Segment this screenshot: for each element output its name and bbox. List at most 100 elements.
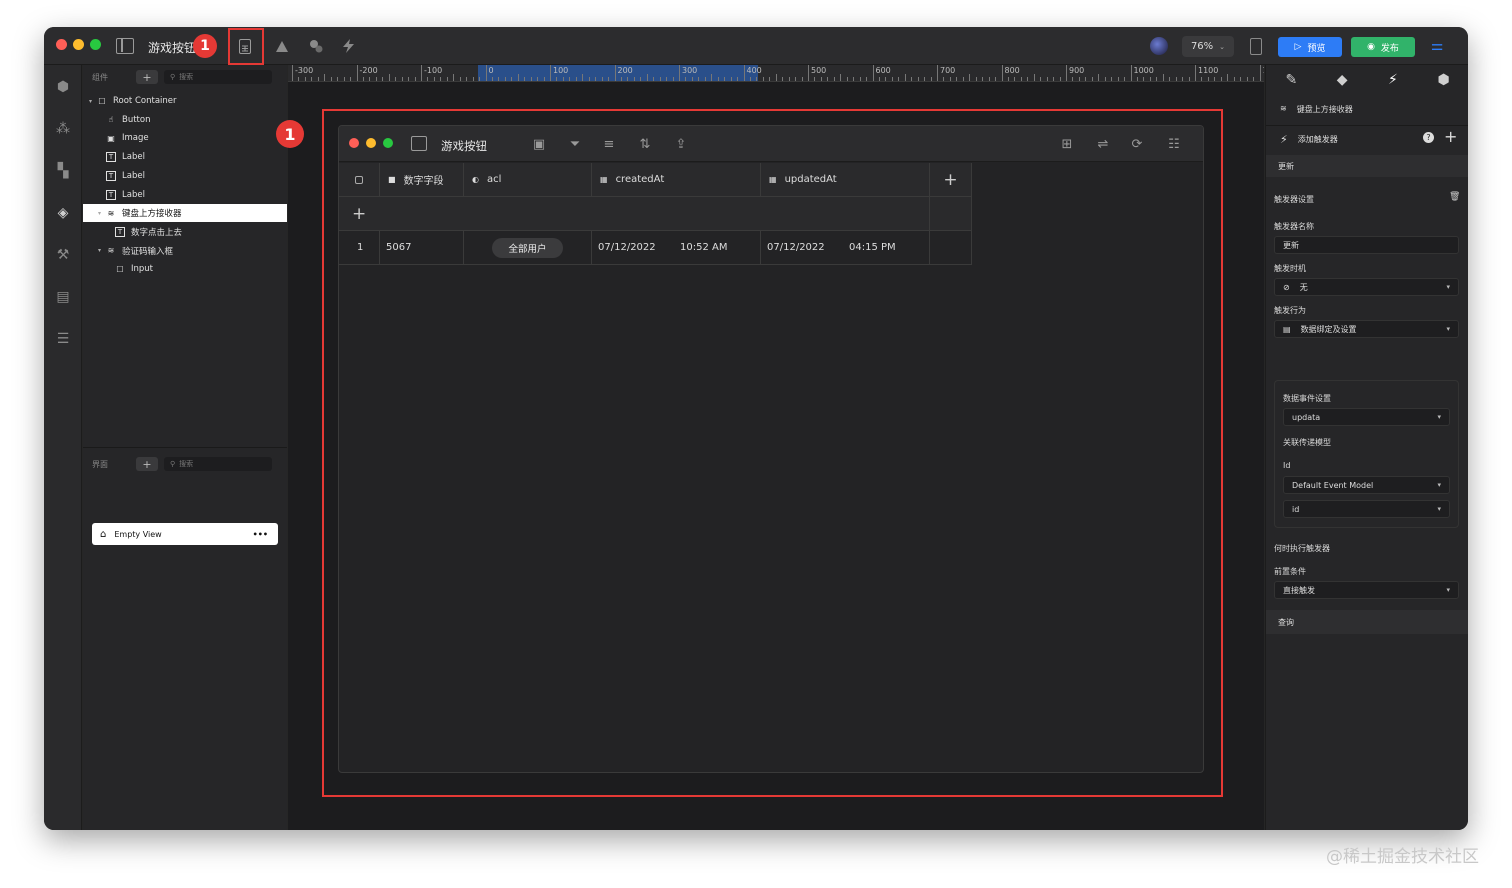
tree-item[interactable]: ☐ Input xyxy=(83,260,287,278)
inner-app-window[interactable]: 游戏按钮 ▣ ⏷ ≡ ⇅ ⇪ ⊞ ⇌ ⟳ ☷ ■ 数字字段 ◐ acl ▦ creat… xyxy=(338,125,1204,773)
ruler-minor-tick xyxy=(543,77,545,81)
tree-item[interactable]: T 数字点击上去 xyxy=(83,223,287,241)
sidebar-toggle-icon[interactable] xyxy=(116,38,134,54)
excel-icon[interactable]: ▣ xyxy=(531,136,547,152)
minimize-window-button[interactable] xyxy=(73,39,84,50)
hammer-icon[interactable]: ⚒ xyxy=(53,245,73,265)
eye-icon: ◉ xyxy=(1367,42,1375,52)
inner-close-button[interactable] xyxy=(349,138,359,148)
more-icon[interactable]: ••• xyxy=(253,530,268,539)
tree-item[interactable]: ▾ ≋ 验证码输入框 xyxy=(83,242,287,260)
trigger-name-field[interactable]: 更新 xyxy=(1274,236,1459,254)
close-window-button[interactable] xyxy=(56,39,67,50)
tab-style[interactable]: ✎ xyxy=(1266,65,1317,95)
ruler-minor-tick xyxy=(498,77,500,81)
layout-icon[interactable]: ▚ xyxy=(53,161,73,181)
component-search-input[interactable]: ⚲ 搜索 xyxy=(164,70,272,84)
help-icon[interactable]: ? xyxy=(1423,132,1434,143)
model-select[interactable]: Default Event Model ▾ xyxy=(1283,476,1450,494)
ruler-label: -200 xyxy=(359,66,378,75)
caret-icon[interactable]: ▾ xyxy=(89,98,97,105)
cell-number[interactable]: 5067 xyxy=(380,231,464,265)
toggle-fields-icon[interactable]: ⇌ xyxy=(1095,136,1111,152)
cube-icon[interactable]: ⬢ xyxy=(53,77,73,97)
annotation-badge-canvas: 1 xyxy=(276,120,304,148)
tree-item[interactable]: ▣ Image xyxy=(83,129,287,147)
export-icon[interactable]: ⇪ xyxy=(673,136,689,152)
cell-acl[interactable]: 全部用户 xyxy=(464,231,592,265)
caret-icon[interactable]: ▾ xyxy=(98,210,106,217)
ruler-minor-tick xyxy=(1033,74,1035,81)
trigger-action-label: 触发行为 xyxy=(1274,306,1306,315)
ruler-minor-tick xyxy=(369,77,371,81)
tree-item[interactable]: T Label xyxy=(83,186,287,204)
add-column-button[interactable]: + xyxy=(930,163,972,197)
tab-triggers[interactable]: ⚡ xyxy=(1368,65,1419,95)
add-component-button[interactable]: + xyxy=(136,70,158,84)
list-icon[interactable]: ☰ xyxy=(53,329,73,349)
zoom-window-button[interactable] xyxy=(90,39,101,50)
column-header-updatedAt[interactable]: ▦ updatedAt xyxy=(761,163,930,197)
ruler-label: 1100 xyxy=(1198,66,1219,75)
lightning-tool-icon[interactable] xyxy=(340,38,358,54)
ruler-minor-tick xyxy=(427,77,429,81)
pages-icon[interactable]: ▤ xyxy=(53,287,73,307)
view-search-input[interactable]: ⚲ 搜索 xyxy=(164,457,272,471)
preview-button[interactable]: ▷ 预览 xyxy=(1278,37,1342,57)
triangle-tool-icon[interactable] xyxy=(274,38,290,54)
design-canvas[interactable]: -300 -200 -100 0 100 200 300 400 500 600 700 800 900… xyxy=(276,65,1264,830)
grid-view-icon[interactable]: ⊞ xyxy=(1059,136,1075,152)
trigger-action-select[interactable]: ▤ 数据绑定及设置 ▾ xyxy=(1274,320,1459,338)
tree-item[interactable]: ▾ ☐ Root Container xyxy=(83,92,287,110)
inner-minimize-button[interactable] xyxy=(366,138,376,148)
column-header-acl[interactable]: ◐ acl xyxy=(464,163,592,197)
tab-package[interactable]: ⬢ xyxy=(1418,65,1468,95)
chevron-down-icon: ⌄ xyxy=(1219,42,1226,51)
trigger-time-select[interactable]: ⊘ 无 ▾ xyxy=(1274,278,1459,296)
update-section[interactable]: 更新 xyxy=(1266,155,1468,177)
ruler-minor-tick xyxy=(504,77,506,81)
components-tool-icon[interactable] xyxy=(308,38,324,54)
ruler-minor-tick xyxy=(891,77,893,81)
add-row-button[interactable]: + xyxy=(339,197,930,231)
tree-item[interactable]: ☝ Button xyxy=(83,111,287,129)
ruler-minor-tick xyxy=(646,74,648,81)
column-header-createdAt[interactable]: ▦ createdAt xyxy=(592,163,761,197)
layers-icon[interactable]: ◈ xyxy=(53,203,73,223)
tree-item[interactable]: T Label xyxy=(83,167,287,185)
trash-icon[interactable]: 🗑 xyxy=(1449,192,1460,202)
blocks-icon[interactable]: ⁂ xyxy=(53,119,73,139)
relation-model-label: 关联传递模型 xyxy=(1283,438,1331,447)
database-table-icon[interactable] xyxy=(238,38,252,54)
query-section[interactable]: 查询 xyxy=(1266,610,1468,634)
caret-icon[interactable]: ▾ xyxy=(98,247,106,254)
cell-updatedAt[interactable]: 07/12/2022 04:15 PM xyxy=(761,231,930,265)
data-event-select[interactable]: updata ▾ xyxy=(1283,408,1450,426)
filter-icon[interactable]: ⏷ xyxy=(567,136,583,152)
id-select[interactable]: id ▾ xyxy=(1283,500,1450,518)
sort-lines-icon[interactable]: ≡ xyxy=(601,136,617,152)
add-trigger-row[interactable]: ⚡ 添加触发器 xyxy=(1280,133,1338,146)
tree-item[interactable]: ▾ ≋ 键盘上方接收器 xyxy=(83,204,287,223)
avatar[interactable] xyxy=(1150,37,1168,55)
cell-createdAt[interactable]: 07/12/2022 10:52 AM xyxy=(592,231,761,265)
ruler-minor-tick xyxy=(491,77,493,81)
publish-button[interactable]: ◉ 发布 xyxy=(1351,37,1415,57)
select-all-checkbox[interactable] xyxy=(339,163,380,197)
device-preview-icon[interactable] xyxy=(1250,38,1262,55)
tab-binding[interactable]: ◆ xyxy=(1317,65,1368,95)
column-header-number[interactable]: ■ 数字字段 xyxy=(380,163,464,197)
view-item-empty[interactable]: ⌂ Empty View ••• xyxy=(92,523,278,545)
add-view-button[interactable]: + xyxy=(136,457,158,471)
refresh-icon[interactable]: ⟳ xyxy=(1129,136,1145,152)
add-trigger-icon[interactable]: + xyxy=(1444,127,1457,146)
settings-sliders-icon[interactable]: ⚌ xyxy=(1428,38,1446,54)
inner-zoom-button[interactable] xyxy=(383,138,393,148)
ruler-minor-tick xyxy=(1162,74,1164,81)
search-list-icon[interactable]: ☷ xyxy=(1165,136,1183,152)
zoom-select[interactable]: 76% ⌄ xyxy=(1182,36,1234,57)
sort-order-icon[interactable]: ⇅ xyxy=(637,136,653,152)
inner-sidebar-icon[interactable] xyxy=(411,136,427,151)
precondition-select[interactable]: 直接触发 ▾ xyxy=(1274,581,1459,599)
tree-item[interactable]: T Label xyxy=(83,148,287,166)
